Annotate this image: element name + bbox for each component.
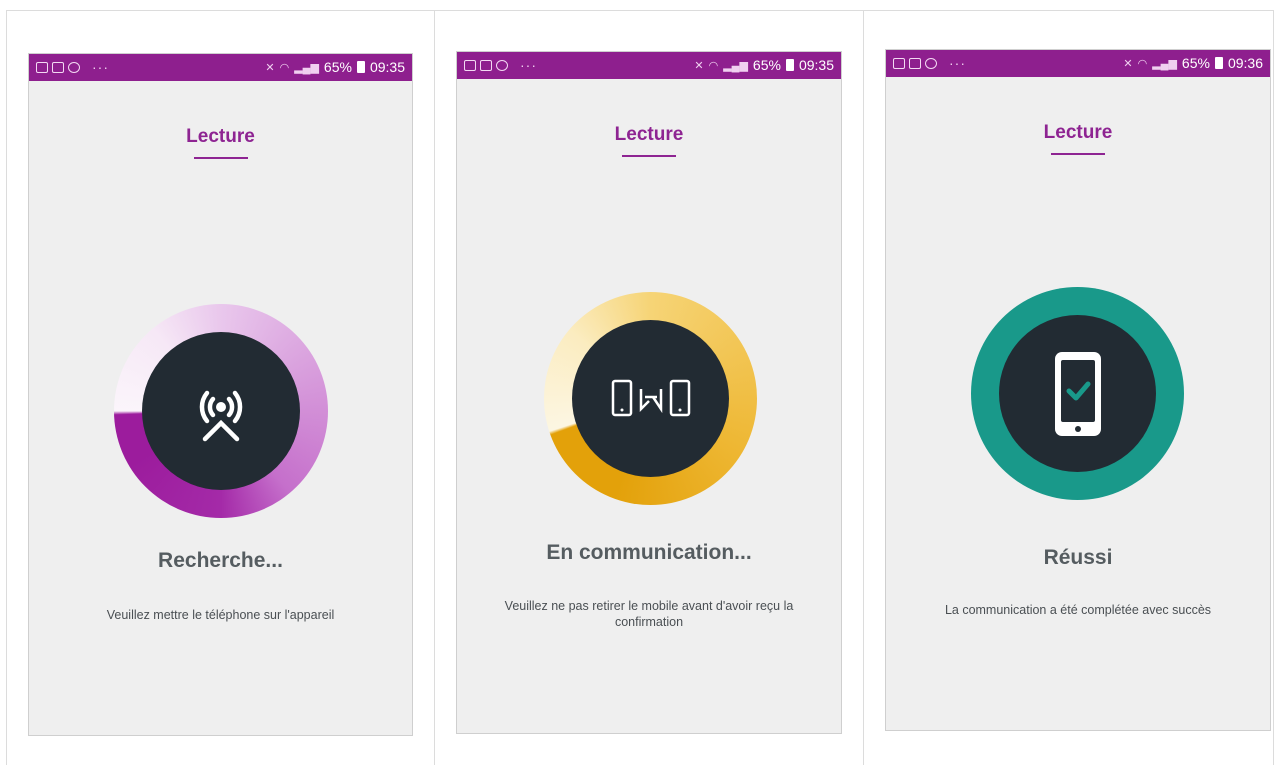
battery-percentage: 65% <box>752 57 781 73</box>
message-notification-icon <box>480 59 492 71</box>
more-notifications-icon: ··· <box>92 59 109 75</box>
header-title: Lecture <box>614 124 684 145</box>
gallery-notification-icon <box>893 57 905 69</box>
battery-icon <box>1214 57 1223 69</box>
more-notifications-icon: ··· <box>949 55 966 71</box>
status-title: Recherche... <box>158 549 283 572</box>
status-title: Réussi <box>1043 546 1113 569</box>
message-notification-icon <box>52 61 64 73</box>
mute-icon: ✕ <box>265 61 275 74</box>
clock: 09:35 <box>798 57 834 73</box>
wifi-icon: ◠ <box>1137 57 1148 70</box>
signal-icon: ▂▄▆ <box>1152 57 1177 70</box>
battery-icon <box>356 61 365 73</box>
status-message: Veuillez ne pas retirer le mobile avant … <box>504 599 794 629</box>
phone-screen-searching: ··· ✕ ◠ ▂▄▆ 65% 09:35 Lecture Recherche.… <box>28 53 413 736</box>
icon-circle <box>142 332 300 490</box>
battery-icon <box>785 59 794 71</box>
phone-check-icon <box>1054 351 1101 436</box>
gallery-notification-icon <box>36 61 48 73</box>
signal-icon: ▂▄▆ <box>723 59 748 72</box>
status-message: Veuillez mettre le téléphone sur l'appar… <box>106 608 335 622</box>
wifi-icon: ◠ <box>279 61 290 74</box>
message-notification-icon <box>909 57 921 69</box>
header-underline <box>1051 153 1105 155</box>
notification-icons: ··· <box>36 59 109 75</box>
mute-icon: ✕ <box>1123 57 1133 70</box>
header-title: Lecture <box>186 126 255 147</box>
clock: 09:35 <box>369 59 405 75</box>
header-underline <box>622 155 676 157</box>
icon-circle <box>999 315 1156 472</box>
more-notifications-icon: ··· <box>520 57 537 73</box>
wifi-icon: ◠ <box>708 59 719 72</box>
icon-circle <box>572 320 729 477</box>
progress-ring <box>971 287 1184 500</box>
clock: 09:36 <box>1227 55 1263 71</box>
android-status-bar: ··· ✕ ◠ ▂▄▆ 65% 09:35 <box>457 52 841 79</box>
notification-icons: ··· <box>893 55 966 71</box>
battery-percentage: 65% <box>323 59 352 75</box>
header-underline <box>193 157 248 159</box>
system-status-icons: ✕ ◠ ▂▄▆ 65% 09:35 <box>694 57 834 73</box>
android-status-bar: ··· ✕ ◠ ▂▄▆ 65% 09:36 <box>886 50 1270 77</box>
signal-icon: ▂▄▆ <box>294 61 319 74</box>
nfc-reader-icon <box>199 390 243 442</box>
header-title: Lecture <box>1043 122 1113 143</box>
progress-ring <box>114 304 328 518</box>
notification-icons: ··· <box>464 57 537 73</box>
phone-screen-success: ··· ✕ ◠ ▂▄▆ 65% 09:36 Lecture Réussi La … <box>885 49 1271 731</box>
app-notification-icon <box>68 61 80 73</box>
progress-ring <box>544 292 757 505</box>
battery-percentage: 65% <box>1181 55 1210 71</box>
phone-screen-communicating: ··· ✕ ◠ ▂▄▆ 65% 09:35 Lecture En communi… <box>456 51 842 734</box>
android-status-bar: ··· ✕ ◠ ▂▄▆ 65% 09:35 <box>29 54 412 81</box>
system-status-icons: ✕ ◠ ▂▄▆ 65% 09:36 <box>1123 55 1263 71</box>
system-status-icons: ✕ ◠ ▂▄▆ 65% 09:35 <box>265 59 405 75</box>
app-notification-icon <box>925 57 937 69</box>
status-message: La communication a été complétée avec su… <box>944 603 1212 617</box>
gallery-notification-icon <box>464 59 476 71</box>
app-notification-icon <box>496 59 508 71</box>
mute-icon: ✕ <box>694 59 704 72</box>
phone-transfer-icon <box>611 379 690 416</box>
status-title: En communication... <box>546 541 752 564</box>
